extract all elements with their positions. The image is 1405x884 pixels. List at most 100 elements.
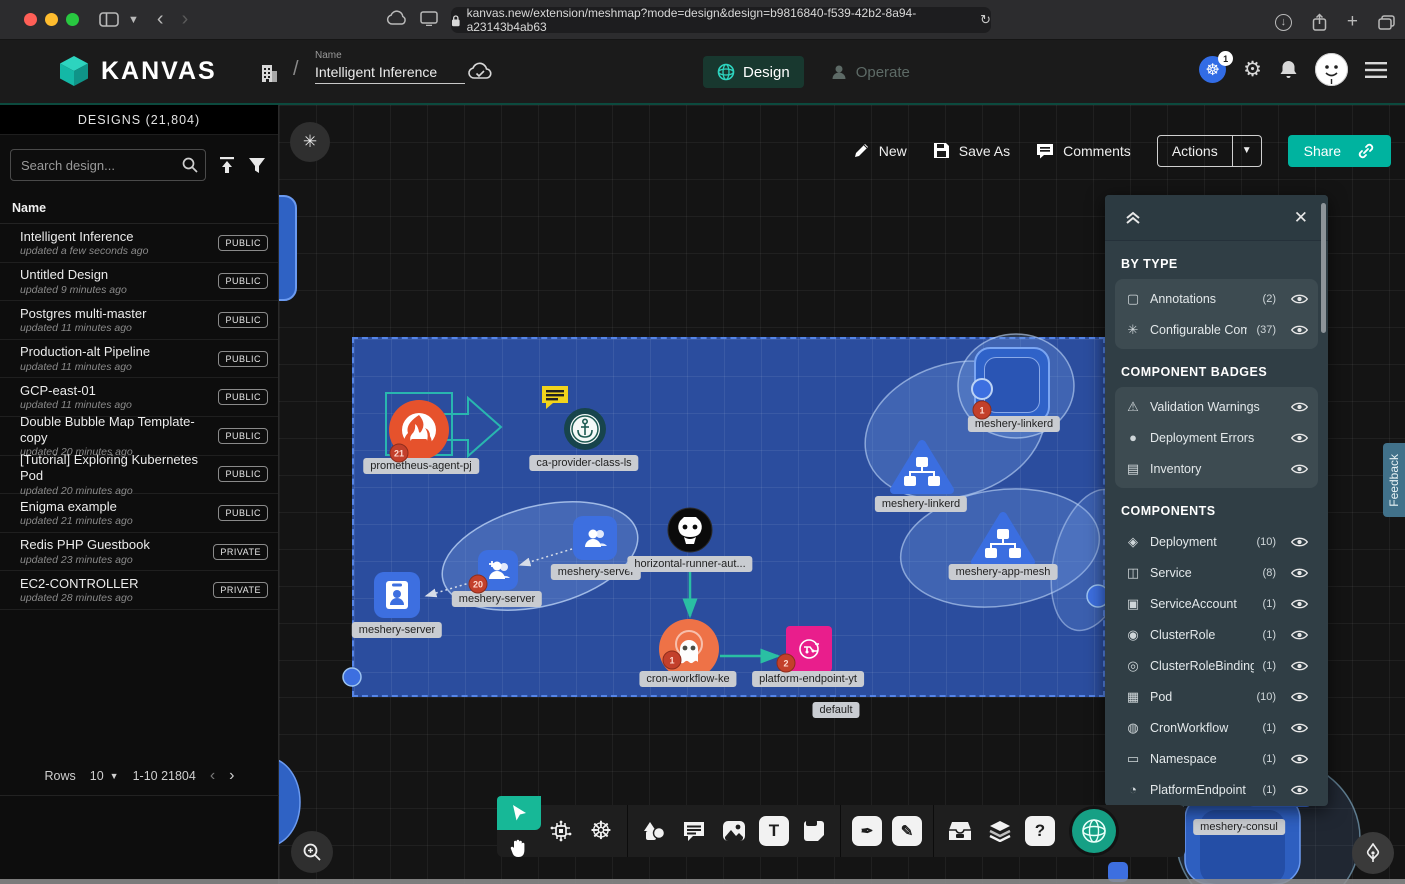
node-label-meshery-consul[interactable]: meshery-consul <box>1193 819 1285 835</box>
downloads-button[interactable]: ↓ <box>1275 14 1292 31</box>
node-label-meshery-app-mesh[interactable]: meshery-app-mesh <box>949 564 1058 580</box>
image-tool-button[interactable] <box>714 811 754 851</box>
node-meshery-server-c[interactable] <box>374 572 420 618</box>
node-label-platform-endpoint[interactable]: platform-endpoint-yt <box>752 671 864 687</box>
drawer-tool-button[interactable] <box>940 811 980 851</box>
pencil-tool-button[interactable]: ✎ <box>887 811 927 851</box>
tab-design[interactable]: Design <box>703 56 804 88</box>
prev-page-button[interactable]: ‹ <box>210 767 215 785</box>
visibility-eye-icon[interactable] <box>1291 293 1308 305</box>
component-row-cronworkflow[interactable]: ◍ CronWorkflow (1) <box>1115 712 1318 743</box>
share-button[interactable]: Share <box>1288 135 1391 167</box>
kanvas-logo[interactable]: KANVAS <box>57 54 217 88</box>
component-row-namespace[interactable]: ▭ Namespace (1) <box>1115 743 1318 774</box>
window-minimize-button[interactable] <box>45 13 58 26</box>
note-tool-button[interactable] <box>794 811 834 851</box>
meshery-tool-button[interactable] <box>1072 809 1116 853</box>
node-label-meshery-server-c[interactable]: meshery-server <box>352 622 442 638</box>
namespace-default-label[interactable]: default <box>812 702 859 718</box>
chevron-down-icon[interactable]: ▼ <box>128 14 139 26</box>
tab-operate[interactable]: Operate <box>816 56 924 88</box>
close-panel-button[interactable]: ✕ <box>1294 208 1308 228</box>
shapes-tool-button[interactable] <box>634 811 674 851</box>
reader-view-icon[interactable] <box>420 11 438 26</box>
organization-icon[interactable] <box>258 62 280 84</box>
server-issue-badge[interactable]: 20 <box>469 575 488 594</box>
zoom-in-button[interactable] <box>291 831 333 873</box>
node-label-ca-provider[interactable]: ca-provider-class-ls <box>529 455 638 471</box>
design-name-input[interactable] <box>315 61 465 84</box>
linkerd-sub-node[interactable] <box>971 378 993 400</box>
badge-row-deployment-errors[interactable]: ● Deployment Errors <box>1115 422 1318 453</box>
save-as-button[interactable]: Save As <box>933 142 1010 159</box>
badge-row-validation-warnings[interactable]: ⚠ Validation Warnings <box>1115 391 1318 422</box>
cron-issue-badge[interactable]: 1 <box>663 651 682 670</box>
reload-icon[interactable]: ↻ <box>980 12 991 28</box>
visibility-eye-icon[interactable] <box>1291 567 1308 579</box>
node-label-github-runner[interactable]: horizontal-runner-aut... <box>627 556 752 572</box>
snowflake-freeze-button[interactable]: ✳ <box>290 122 330 162</box>
design-list-item[interactable]: Enigma exampleupdated 21 minutes ago PUB… <box>0 494 278 533</box>
kubernetes-context-button[interactable]: ☸ 1 <box>1199 56 1226 83</box>
next-page-button[interactable]: › <box>229 767 234 785</box>
design-list-item[interactable]: GCP-east-01updated 11 minutes ago PUBLIC <box>0 378 278 417</box>
design-list-item[interactable]: Intelligent Inferenceupdated a few secon… <box>0 224 278 263</box>
share-page-button[interactable] <box>1312 13 1327 31</box>
window-zoom-button[interactable] <box>66 13 79 26</box>
prometheus-issue-badge[interactable]: 21 <box>390 444 409 463</box>
visibility-eye-icon[interactable] <box>1291 401 1308 413</box>
pen-tool-button[interactable]: ✒ <box>847 811 887 851</box>
visibility-eye-icon[interactable] <box>1291 691 1308 703</box>
visibility-eye-icon[interactable] <box>1291 629 1308 641</box>
design-list-item[interactable]: Postgres multi-masterupdated 11 minutes … <box>0 301 278 340</box>
layer-row-annotations[interactable]: ▢ Annotations (2) <box>1115 283 1318 314</box>
visibility-eye-icon[interactable] <box>1291 432 1308 444</box>
forward-button[interactable]: › <box>182 8 189 31</box>
node-meshery-server-a[interactable] <box>573 516 617 560</box>
pan-tool-button[interactable] <box>510 830 528 866</box>
text-tool-button[interactable]: T <box>754 811 794 851</box>
chevron-down-icon[interactable]: ▼ <box>1232 136 1261 166</box>
feedback-tab[interactable]: Feedback <box>1383 443 1405 517</box>
node-ca-provider[interactable] <box>563 407 607 451</box>
notifications-button[interactable] <box>1279 59 1298 80</box>
select-tool-button[interactable] <box>497 796 541 830</box>
component-row-clusterrole[interactable]: ◉ ClusterRole (1) <box>1115 619 1318 650</box>
linkerd-error-badge[interactable]: 1 <box>973 401 992 420</box>
visibility-eye-icon[interactable] <box>1291 598 1308 610</box>
user-avatar[interactable] <box>1315 53 1348 86</box>
actions-dropdown-button[interactable]: Actions ▼ <box>1157 135 1262 167</box>
icloud-icon[interactable] <box>386 10 408 26</box>
component-row-platformendpoint[interactable]: ◔ PlatformEndpoint (1) <box>1115 774 1318 805</box>
new-tab-button[interactable]: + <box>1347 11 1358 33</box>
component-row-pod[interactable]: ▦ Pod (10) <box>1115 681 1318 712</box>
design-list-item[interactable]: Redis PHP Guestbookupdated 23 minutes ag… <box>0 533 278 572</box>
sidebar-toggle-button[interactable] <box>99 12 119 27</box>
visibility-eye-icon[interactable] <box>1291 324 1308 336</box>
design-list-item[interactable]: [Tutorial] Exploring Kubernetes Podupdat… <box>0 456 278 495</box>
address-bar[interactable]: kanvas.new/extension/meshmap?mode=design… <box>451 7 991 33</box>
filter-designs-button[interactable] <box>248 157 266 174</box>
layer-row-configurable-components[interactable]: ✳ Configurable Compon (37) <box>1115 314 1318 345</box>
visibility-eye-icon[interactable] <box>1291 722 1308 734</box>
visibility-eye-icon[interactable] <box>1291 536 1308 548</box>
node-label-prometheus[interactable]: prometheus-agent-pj <box>363 458 479 474</box>
back-button[interactable]: ‹ <box>157 8 164 31</box>
component-row-serviceaccount[interactable]: ▣ ServiceAccount (1) <box>1115 588 1318 619</box>
new-button[interactable]: New <box>853 142 907 159</box>
badge-row-inventory[interactable]: ▤ Inventory <box>1115 453 1318 484</box>
rows-per-page-select[interactable]: 10▼ <box>90 769 119 783</box>
components-tool-button[interactable] <box>541 811 581 851</box>
node-label-cron-workflow[interactable]: cron-workflow-ke <box>639 671 736 687</box>
node-label-meshery-linkerd-service[interactable]: meshery-linkerd <box>875 496 967 512</box>
design-list-item[interactable]: EC2-CONTROLLERupdated 28 minutes ago PRI… <box>0 571 278 610</box>
node-label-meshery-server-b[interactable]: meshery-server <box>452 591 542 607</box>
visibility-eye-icon[interactable] <box>1291 463 1308 475</box>
visibility-eye-icon[interactable] <box>1291 660 1308 672</box>
visibility-eye-icon[interactable] <box>1291 753 1308 765</box>
endpoint-issue-badge[interactable]: 2 <box>777 654 796 673</box>
tab-overview-button[interactable] <box>1378 15 1395 30</box>
node-meshery-app-mesh[interactable] <box>968 509 1038 569</box>
component-row-service[interactable]: ◫ Service (8) <box>1115 557 1318 588</box>
pen-mode-button[interactable] <box>1352 832 1394 874</box>
